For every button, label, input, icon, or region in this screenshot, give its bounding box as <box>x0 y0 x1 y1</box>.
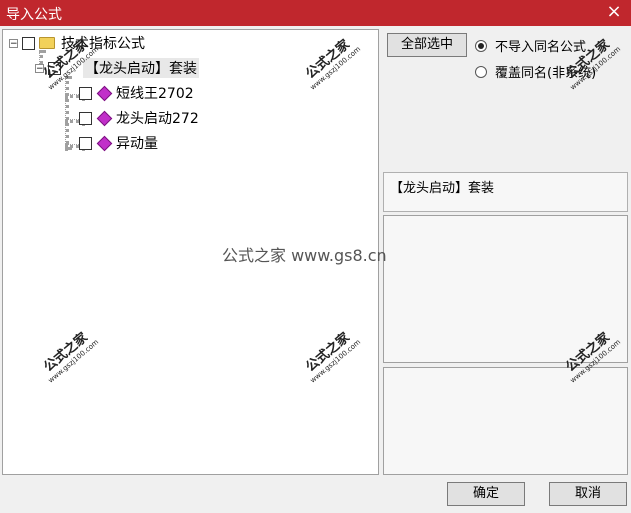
tree-item[interactable]: 短线王2702 <box>79 83 194 103</box>
ok-button[interactable]: 确定 <box>447 482 525 506</box>
tree-node-label: 【龙头启动】套装 <box>83 58 199 78</box>
tree-connector <box>65 76 69 150</box>
cancel-button[interactable]: 取消 <box>549 482 627 506</box>
tree-item[interactable]: 异动量 <box>79 133 158 153</box>
watermark-text: 公式之家 www.gs8.cn <box>222 246 387 265</box>
detail-pane[interactable] <box>383 367 628 475</box>
option-label: 不导入同名公式 <box>495 40 587 55</box>
collapse-icon[interactable]: − <box>9 38 18 48</box>
title-bar: 导入公式 × <box>0 0 631 26</box>
window-title: 导入公式 <box>6 7 62 23</box>
tree-item-label: 龙头启动272 <box>116 111 199 127</box>
tree-item-label: 短线王2702 <box>116 86 194 102</box>
selected-formula-name: 【龙头启动】套装 <box>390 181 495 196</box>
radio-overwrite[interactable] <box>475 65 487 78</box>
folder-icon <box>39 37 55 49</box>
selected-formula-info: 【龙头启动】套装 <box>383 172 628 212</box>
checkbox-item[interactable] <box>79 136 92 150</box>
formula-icon <box>96 85 113 101</box>
close-button[interactable]: × <box>603 1 625 23</box>
checkbox-root[interactable] <box>22 36 35 50</box>
tree-item[interactable]: 龙头启动272 <box>79 108 199 128</box>
formula-icon <box>96 110 113 126</box>
option-no-import[interactable]: 不导入同名公式 <box>475 36 586 55</box>
checkbox-item[interactable] <box>79 111 92 125</box>
checkbox-item[interactable] <box>79 86 92 100</box>
radio-no-import[interactable] <box>475 39 487 52</box>
select-all-button[interactable]: 全部选中 <box>387 33 467 57</box>
close-icon: × <box>606 1 622 22</box>
tree-item-label: 异动量 <box>116 136 158 152</box>
formula-icon <box>96 135 113 151</box>
